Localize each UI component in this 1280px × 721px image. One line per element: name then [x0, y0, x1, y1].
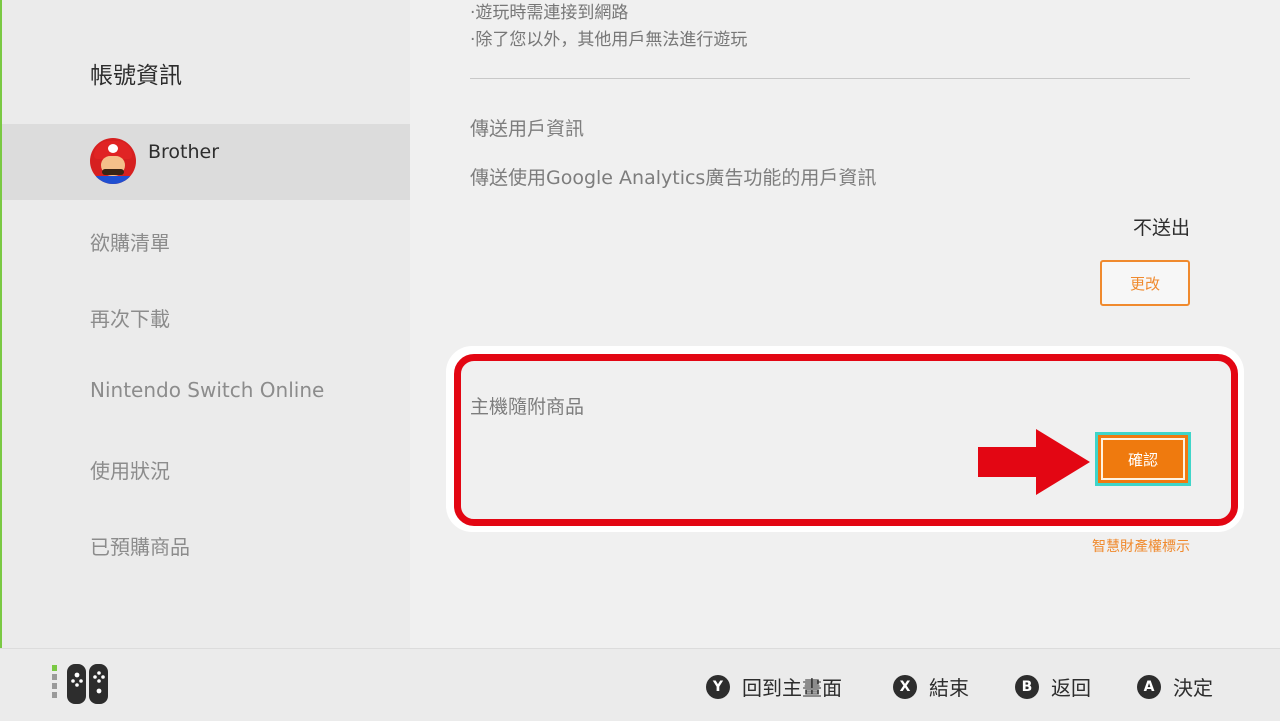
arrow-right-icon — [978, 429, 1090, 495]
hint-exit[interactable]: X 結束 — [893, 672, 969, 701]
footer: Y 回到主畫面 X 結束 B 返回 A 決定 — [0, 648, 1280, 721]
change-button[interactable]: 更改 — [1100, 260, 1190, 306]
note-line: ·遊玩時需連接到網路 — [470, 3, 629, 23]
sidebar: 帳號資訊 Brother 欲購清單 再次下載 Nintendo Switch O… — [2, 0, 410, 648]
sidebar-item-user[interactable]: Brother — [2, 124, 410, 200]
hint-label: 決定 — [1173, 676, 1213, 700]
sidebar-item-redownload[interactable]: 再次下載 — [90, 303, 170, 332]
a-button-icon: A — [1137, 674, 1161, 699]
note-line: ·除了您以外，其他用戶無法進行遊玩 — [470, 30, 748, 50]
b-button-icon: B — [1015, 674, 1039, 699]
send-info-value: 不送出 — [1132, 217, 1190, 239]
confirm-button[interactable]: 確認 — [1095, 432, 1191, 486]
divider — [470, 78, 1190, 79]
confirm-button-label: 確認 — [1101, 438, 1185, 480]
hint-label: 返回 — [1051, 676, 1091, 700]
hint-back[interactable]: B 返回 — [1015, 672, 1091, 701]
sidebar-item-nso[interactable]: Nintendo Switch Online — [90, 378, 324, 402]
x-button-icon: X — [893, 674, 917, 699]
sidebar-item-preorders[interactable]: 已預購商品 — [90, 531, 190, 560]
send-info-title: 傳送用戶資訊 — [470, 118, 585, 140]
send-info-desc: 傳送使用Google Analytics廣告功能的用戶資訊 — [470, 167, 877, 189]
hint-confirm[interactable]: A 決定 — [1137, 672, 1213, 701]
sidebar-item-usage[interactable]: 使用狀況 — [90, 455, 170, 484]
ip-notice-link[interactable]: 智慧財產權標示 — [1092, 536, 1190, 556]
avatar — [90, 138, 136, 184]
hint-label: 結束 — [929, 676, 969, 700]
joycon-controller-icon — [52, 664, 108, 704]
hint-label: 回到主畫面 — [742, 676, 842, 700]
bundle-title: 主機隨附商品 — [470, 396, 585, 418]
main-panel: ·遊玩時需連接到網路 ·除了您以外，其他用戶無法進行遊玩 傳送用戶資訊 傳送使用… — [410, 0, 1280, 648]
sidebar-title: 帳號資訊 — [90, 63, 182, 89]
sidebar-item-wishlist[interactable]: 欲購清單 — [90, 227, 170, 256]
y-button-icon: Y — [706, 674, 730, 699]
user-name: Brother — [148, 141, 220, 163]
hint-home[interactable]: Y 回到主畫面 — [706, 672, 842, 701]
